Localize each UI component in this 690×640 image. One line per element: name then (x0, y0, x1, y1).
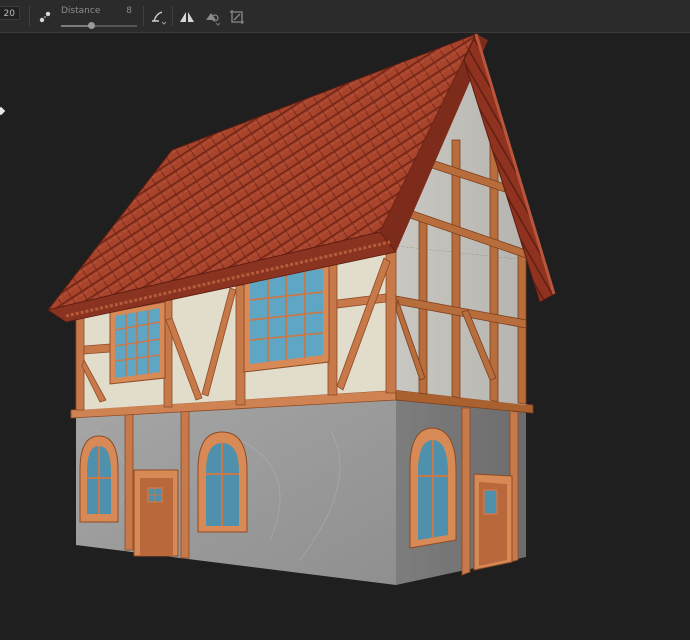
upper-window-left (109, 301, 166, 385)
scatter-points-icon[interactable] (36, 8, 54, 26)
3d-viewport[interactable] (0, 33, 690, 640)
toolbar-separator (143, 6, 144, 26)
toolbar-separator (29, 6, 30, 26)
mirror-symmetry-icon[interactable] (178, 8, 196, 26)
arched-window-side (409, 427, 457, 549)
shape-tool-icon[interactable] (204, 8, 222, 26)
distance-label: Distance (61, 6, 101, 16)
front-door (133, 469, 179, 557)
arched-window-left (79, 435, 119, 523)
arched-window-center (197, 431, 248, 533)
transform-tool-icon[interactable] (228, 8, 246, 26)
distance-slider-fill (61, 25, 92, 27)
distance-slider-thumb[interactable] (88, 22, 96, 29)
size-input[interactable]: 20 (0, 6, 20, 20)
curve-tool-icon[interactable] (150, 8, 168, 26)
distance-value: 8 (126, 6, 132, 16)
distance-slider-track[interactable] (61, 22, 137, 29)
house-model[interactable] (0, 33, 690, 640)
toolbar: 20 Distance 8 (0, 0, 690, 33)
side-door (473, 473, 513, 571)
toolbar-separator (172, 6, 173, 26)
